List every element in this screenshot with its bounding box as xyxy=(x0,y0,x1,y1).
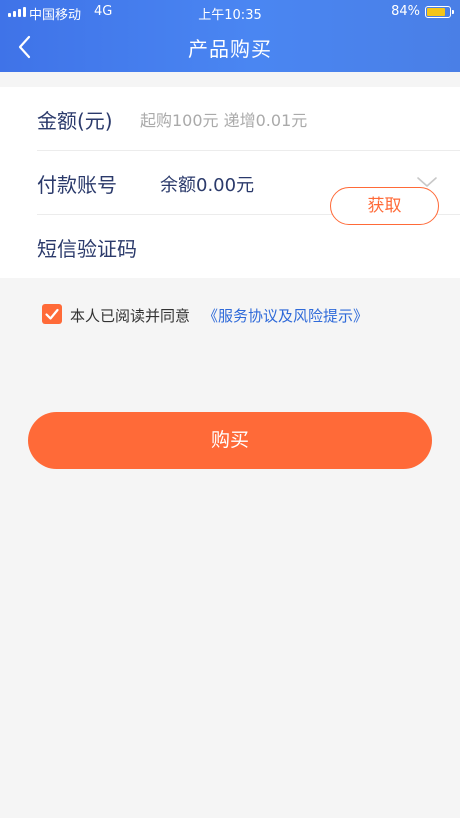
battery-percent: 84% xyxy=(391,4,420,19)
status-bar: 中国移动 4G 上午10:35 84% xyxy=(0,0,460,24)
checkmark-icon xyxy=(45,308,59,320)
amount-label: 金额(元) xyxy=(37,109,113,133)
header-bar: 中国移动 4G 上午10:35 84% 产品购买 xyxy=(0,0,460,72)
payment-account-label: 付款账号 xyxy=(37,173,117,197)
battery-icon xyxy=(425,6,454,18)
service-agreement-link[interactable]: 《服务协议及风险提示》 xyxy=(203,305,368,326)
account-balance: 余额0.00元 xyxy=(160,175,255,196)
page-title: 产品购买 xyxy=(188,37,272,61)
get-code-button[interactable]: 获取 xyxy=(330,187,439,225)
agreement-checkbox[interactable] xyxy=(42,304,62,324)
agreement-text: 本人已阅读并同意 xyxy=(70,307,191,325)
amount-input[interactable] xyxy=(140,107,400,133)
battery-level-fill xyxy=(427,8,446,16)
amount-row: 金额(元) xyxy=(0,87,460,150)
buy-button[interactable]: 购买 xyxy=(28,412,432,469)
purchase-form: 金额(元) 付款账号 余额0.00元 短信验证码 获取 xyxy=(0,87,460,278)
sms-code-label: 短信验证码 xyxy=(37,237,137,261)
